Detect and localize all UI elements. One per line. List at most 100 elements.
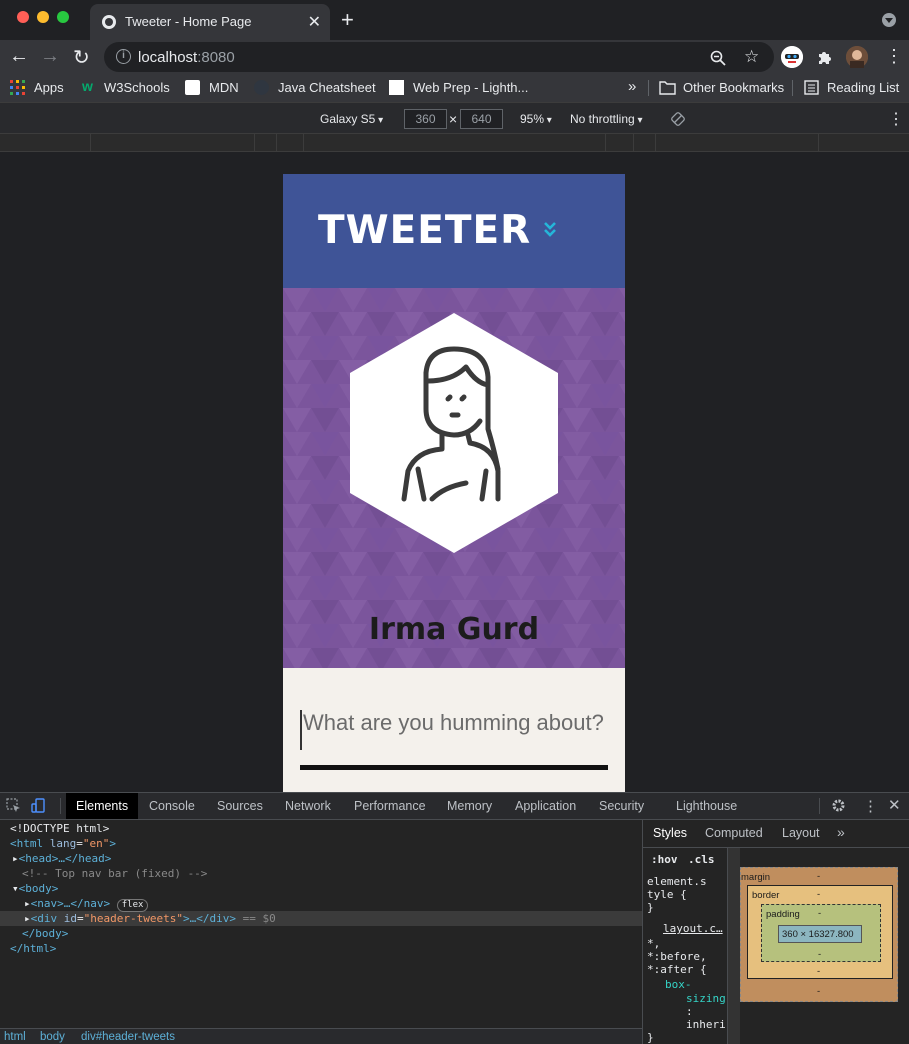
browser-toolbar: ← → ↻ i localhost:8080 ☆ ⋮: [0, 40, 909, 74]
hover-state-toggle[interactable]: :hov: [651, 853, 678, 866]
tab-styles[interactable]: Styles: [653, 826, 687, 840]
devtools-menu-icon[interactable]: ⋮: [863, 797, 878, 815]
box-model-margin[interactable]: margin - border - padding - 360 × 16327.…: [740, 867, 898, 1002]
extension-avatar-icon[interactable]: [781, 46, 803, 68]
w3schools-icon: w: [82, 78, 93, 94]
tab-application[interactable]: Application: [515, 799, 576, 813]
tab-security[interactable]: Security: [599, 799, 644, 813]
dom-doctype[interactable]: <!DOCTYPE html>: [10, 822, 109, 835]
textarea-underline: [300, 765, 608, 770]
profile-header: Irma Gurd: [283, 288, 625, 668]
tab-memory[interactable]: Memory: [447, 799, 492, 813]
settings-gear-icon[interactable]: [831, 798, 846, 813]
breadcrumb-html[interactable]: html: [4, 1031, 26, 1043]
user-name: Irma Gurd: [368, 612, 540, 647]
reload-icon[interactable]: ↻: [73, 45, 90, 70]
tab-layout[interactable]: Layout: [782, 826, 820, 840]
dom-div-header-tweets[interactable]: ▸<div id="header-tweets">…</div> == $0: [24, 912, 276, 925]
box-model-content[interactable]: 360 × 16327.800: [778, 925, 862, 943]
css-value[interactable]: inheri: [686, 1018, 726, 1031]
stylesheet-link[interactable]: layout.c…: [663, 922, 723, 935]
device-toolbar: Galaxy S5 360 × 640 95% No throttling ⋮: [0, 102, 909, 134]
tab-console[interactable]: Console: [149, 799, 195, 813]
new-tab-button[interactable]: +: [341, 7, 354, 33]
bookmark-mdn[interactable]: MDN: [209, 80, 239, 95]
dom-body-close[interactable]: </body>: [22, 927, 68, 940]
rule-close: }: [647, 1031, 654, 1044]
dimension-separator: ×: [449, 111, 458, 127]
globe-icon: [102, 15, 116, 29]
reading-list-icon: [804, 80, 819, 95]
tab-close-icon[interactable]: ✕: [308, 12, 321, 32]
dom-body-open[interactable]: ▾<body>: [12, 882, 58, 895]
bookmark-apps[interactable]: Apps: [34, 80, 64, 95]
zoom-out-icon[interactable]: [710, 50, 726, 66]
site-info-icon[interactable]: i: [116, 49, 131, 64]
tab-performance[interactable]: Performance: [354, 799, 426, 813]
avatar: [350, 313, 558, 553]
dom-breadcrumbs: html body div#header-tweets: [0, 1028, 642, 1044]
extensions-puzzle-icon[interactable]: [816, 48, 834, 66]
double-chevron-down-icon[interactable]: [542, 220, 558, 240]
css-property-2[interactable]: sizing: [686, 992, 726, 1005]
top-nav: TWEETER: [283, 174, 625, 288]
tab-search-icon[interactable]: [882, 13, 896, 27]
dom-html-open[interactable]: <html lang="en">: [10, 837, 116, 850]
tab-strip: Tweeter - Home Page ✕ +: [0, 0, 909, 40]
bookmark-star-icon[interactable]: ☆: [744, 47, 759, 67]
more-tabs-chevron[interactable]: »: [837, 824, 845, 840]
throttling-select[interactable]: No throttling: [570, 112, 643, 126]
devtools-close-icon[interactable]: ✕: [888, 796, 901, 814]
device-width-input[interactable]: 360: [404, 109, 447, 129]
close-window-button[interactable]: [17, 11, 29, 23]
bookmarks-divider: [648, 80, 649, 96]
browser-tab[interactable]: Tweeter - Home Page ✕: [90, 4, 330, 40]
device-height-input[interactable]: 640: [460, 109, 503, 129]
url-text: localhost:8080: [138, 49, 235, 66]
breadcrumb-div[interactable]: div#header-tweets: [81, 1031, 175, 1043]
brand-logo[interactable]: TWEETER: [318, 208, 531, 253]
new-tweet-section: What are you humming about?: [283, 668, 625, 792]
styles-scrollbar[interactable]: [727, 848, 740, 1044]
bookmark-web-prep[interactable]: Web Prep - Lighth...: [413, 80, 528, 95]
tweet-textarea[interactable]: What are you humming about?: [300, 710, 608, 750]
dom-html-close[interactable]: </html>: [10, 942, 56, 955]
tab-lighthouse[interactable]: Lighthouse: [676, 799, 737, 813]
back-arrow-icon[interactable]: ←: [9, 45, 29, 68]
device-select[interactable]: Galaxy S5: [320, 112, 383, 126]
dom-head[interactable]: ▸<head>…</head>: [12, 852, 111, 865]
address-bar[interactable]: i localhost:8080 ☆: [104, 42, 774, 72]
zoom-select[interactable]: 95%: [520, 112, 552, 126]
styles-pane: Styles Computed Layout » :hov .cls eleme…: [642, 820, 909, 1044]
bookmark-w3schools[interactable]: W3Schools: [104, 80, 170, 95]
css-property-1[interactable]: box-: [665, 978, 692, 991]
bookmark-reading-list[interactable]: Reading List: [827, 80, 899, 95]
tab-sources[interactable]: Sources: [217, 799, 263, 813]
tab-computed[interactable]: Computed: [705, 826, 763, 840]
rotate-icon[interactable]: [671, 112, 685, 126]
browser-menu-icon[interactable]: ⋮: [885, 46, 903, 67]
profile-avatar[interactable]: [846, 46, 868, 68]
box-model-border[interactable]: border - padding - 360 × 16327.800 - -: [747, 885, 893, 979]
more-bookmarks-chevron[interactable]: »: [628, 78, 636, 95]
maximize-window-button[interactable]: [57, 11, 69, 23]
dom-nav[interactable]: ▸<nav>…</nav> flex: [24, 897, 149, 912]
inspect-element-icon[interactable]: [6, 798, 21, 813]
flex-badge[interactable]: flex: [116, 899, 149, 912]
java-icon: [254, 80, 269, 95]
element-style-rule-line2: tyle {: [647, 888, 687, 901]
box-model-padding[interactable]: padding - 360 × 16327.800 -: [761, 904, 881, 962]
devtools-panel: Elements Console Sources Network Perform…: [0, 792, 909, 1044]
tab-network[interactable]: Network: [285, 799, 331, 813]
bookmark-java-cheatsheet[interactable]: Java Cheatsheet: [278, 80, 376, 95]
device-toggle-icon[interactable]: [31, 798, 46, 813]
class-toggle[interactable]: .cls: [688, 853, 715, 866]
dom-comment[interactable]: <!-- Top nav bar (fixed) -->: [22, 867, 207, 880]
breadcrumb-body[interactable]: body: [40, 1031, 65, 1043]
tab-elements[interactable]: Elements: [66, 793, 139, 819]
bookmark-other-bookmarks[interactable]: Other Bookmarks: [683, 80, 784, 95]
device-toolbar-menu-icon[interactable]: ⋮: [888, 109, 904, 129]
element-style-close: }: [647, 901, 654, 914]
forward-arrow-icon[interactable]: →: [40, 45, 60, 68]
minimize-window-button[interactable]: [37, 11, 49, 23]
